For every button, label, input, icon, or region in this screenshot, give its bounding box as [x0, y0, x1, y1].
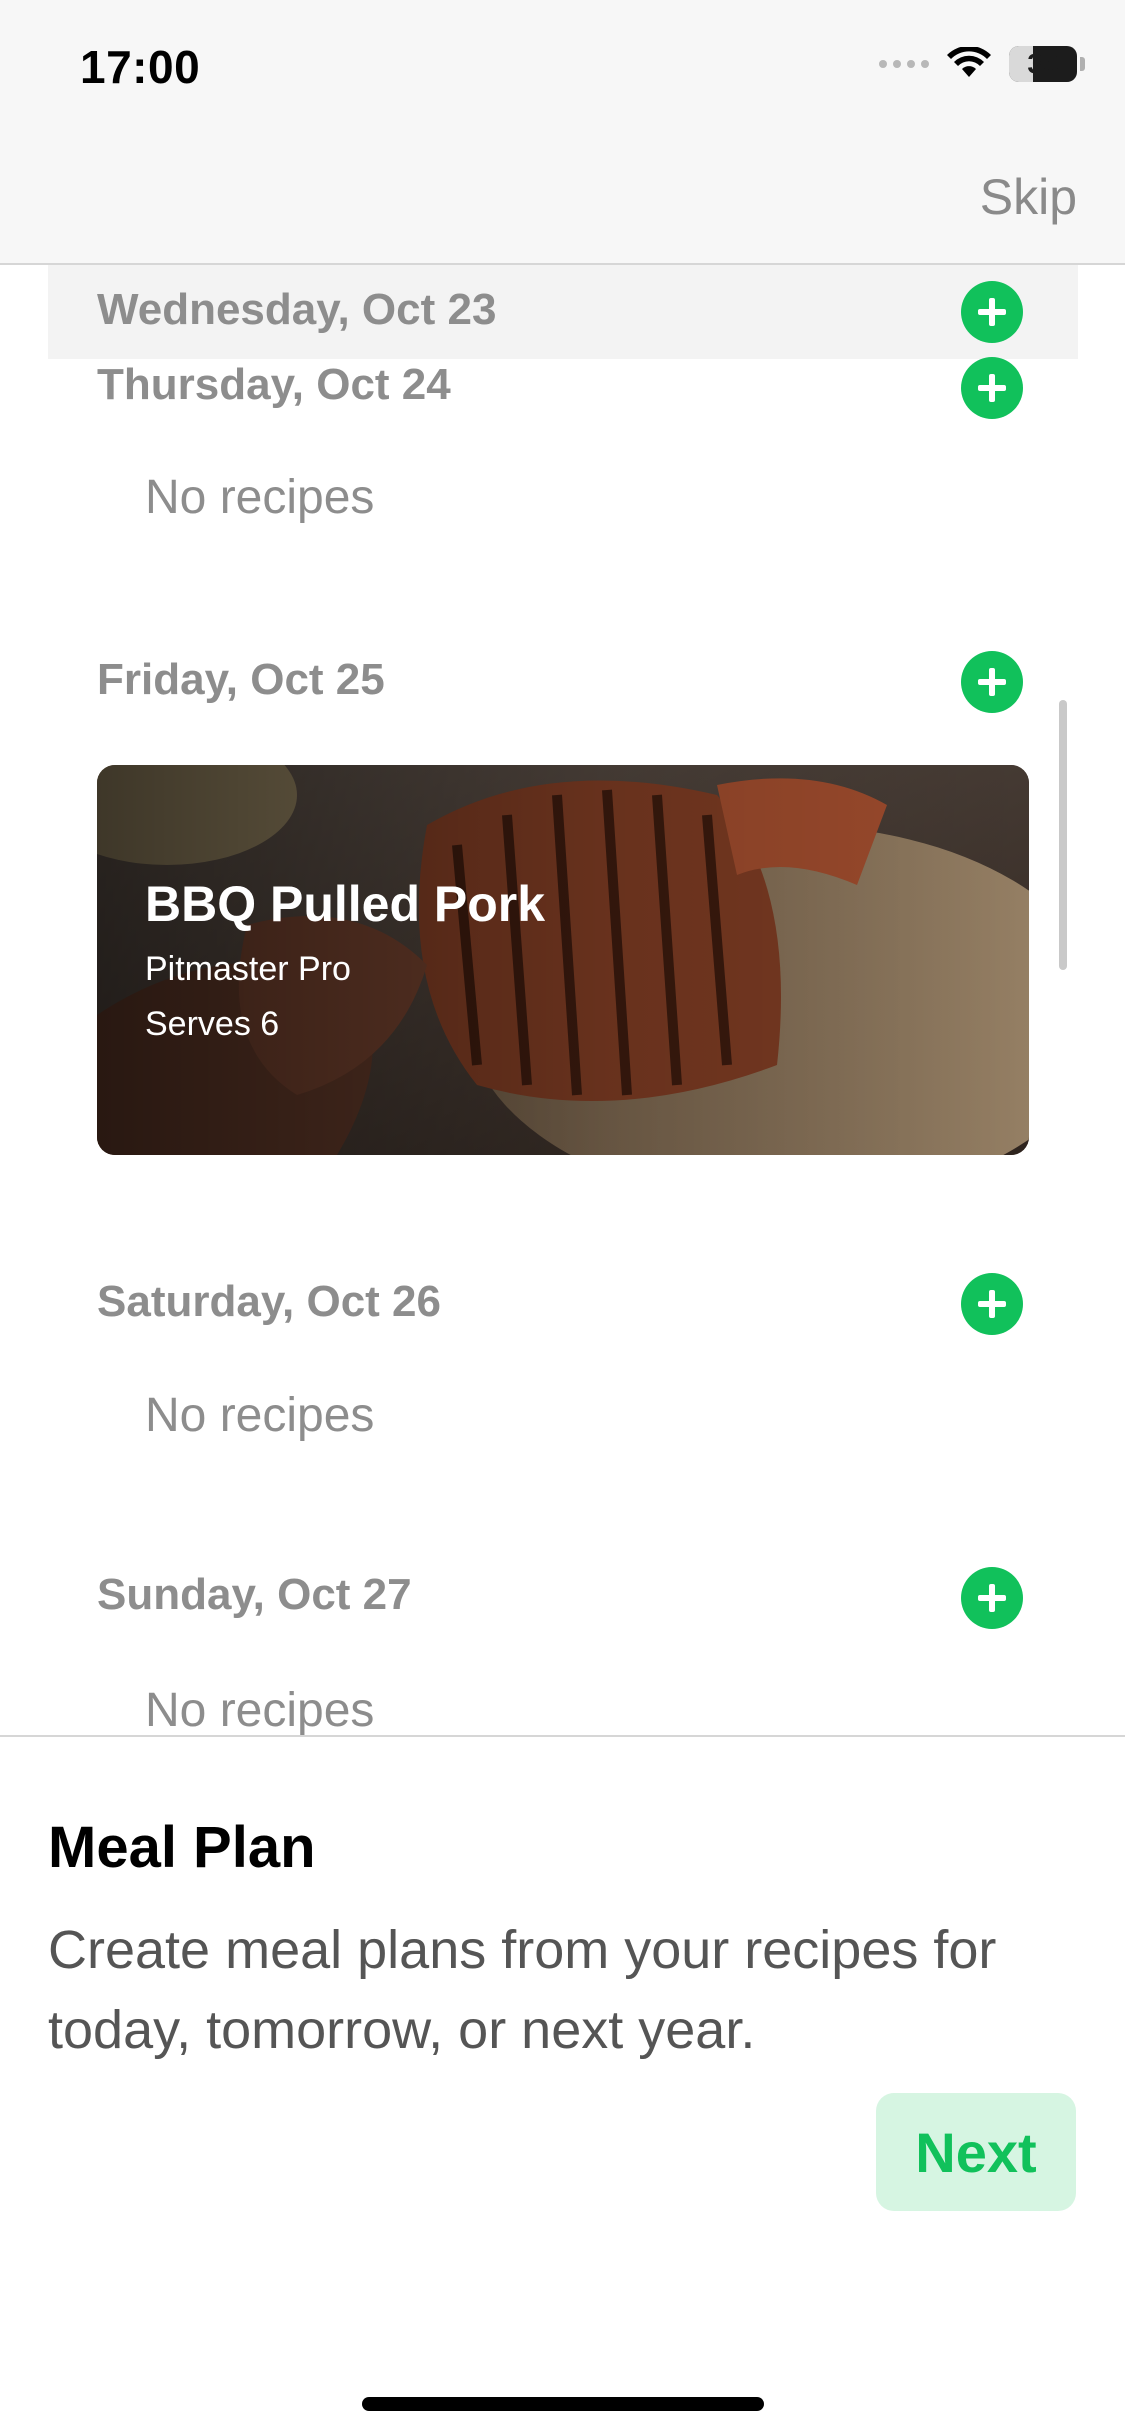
add-recipe-button-wednesday[interactable]: [961, 281, 1023, 343]
recipe-card[interactable]: BBQ Pulled Pork Pitmaster Pro Serves 6: [97, 765, 1029, 1155]
recipe-author: Pitmaster Pro: [145, 950, 351, 988]
navigation-bar: 17:00 35 Skip: [0, 0, 1125, 265]
day-label-saturday: Saturday, Oct 26: [97, 1277, 441, 1326]
status-time: 17:00: [80, 41, 201, 93]
day-label-sunday: Sunday, Oct 27: [97, 1570, 412, 1619]
no-recipes-sunday: No recipes: [145, 1684, 375, 1735]
recipe-servings: Serves 6: [145, 1005, 280, 1043]
next-button[interactable]: Next: [876, 2093, 1076, 2211]
day-label-wednesday: Wednesday, Oct 23: [97, 285, 497, 334]
battery-level: 35: [1027, 48, 1059, 79]
scrollbar[interactable]: [1059, 700, 1067, 970]
battery-icon: 35: [1009, 46, 1085, 82]
status-icons: 35: [879, 46, 1085, 82]
meal-plan-list[interactable]: Wednesday, Oct 23 Thursday, Oct 24 No re…: [0, 265, 1125, 1735]
wifi-icon: [947, 47, 991, 77]
sheet-title: Meal Plan: [48, 1815, 316, 1880]
skip-button[interactable]: Skip: [980, 168, 1077, 226]
cellular-signal-icon: [879, 60, 929, 68]
onboarding-sheet: Meal Plan Create meal plans from your re…: [0, 1735, 1125, 2436]
sheet-description: Create meal plans from your recipes for …: [48, 1920, 997, 2060]
recipe-title: BBQ Pulled Pork: [145, 876, 546, 932]
day-label-friday: Friday, Oct 25: [97, 655, 385, 704]
no-recipes-thursday: No recipes: [145, 471, 375, 524]
add-recipe-button-saturday[interactable]: [961, 1273, 1023, 1335]
add-recipe-button-friday[interactable]: [961, 651, 1023, 713]
screen: 17:00 35 Skip Wednesday, Oct 23 Thursday…: [0, 0, 1125, 2436]
day-label-thursday: Thursday, Oct 24: [97, 360, 451, 409]
add-recipe-button-sunday[interactable]: [961, 1567, 1023, 1629]
add-recipe-button-thursday[interactable]: [961, 357, 1023, 419]
no-recipes-saturday: No recipes: [145, 1389, 375, 1442]
home-indicator[interactable]: [362, 2397, 764, 2411]
